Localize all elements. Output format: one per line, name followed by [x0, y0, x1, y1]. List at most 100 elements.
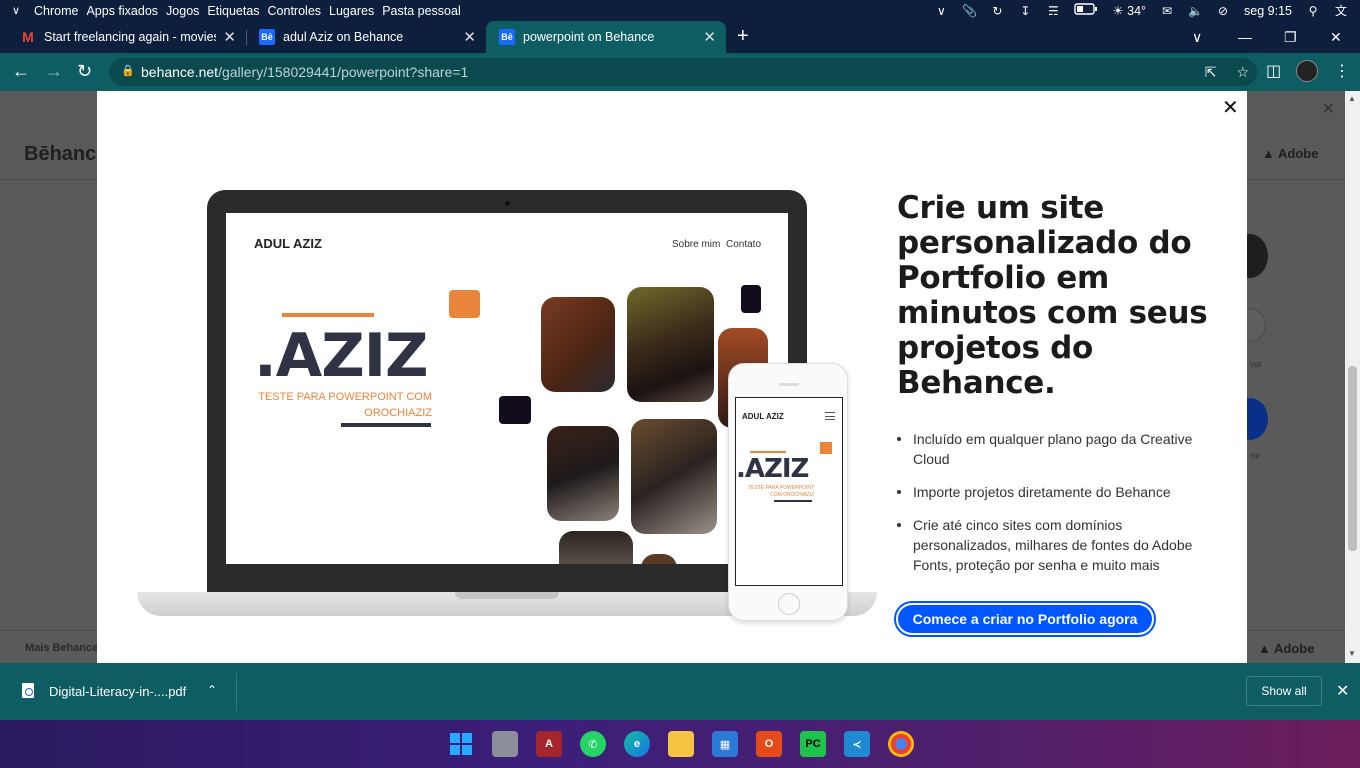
side-panel-icon[interactable]: ◫ [1266, 61, 1281, 81]
mockup-title: .AZIZ [254, 321, 429, 391]
show-all-button[interactable]: Show all [1246, 676, 1322, 706]
paperclip-icon[interactable]: 📎 [962, 4, 977, 18]
chrome-menu-icon[interactable]: ⋮ [1334, 61, 1350, 81]
adobe-label: Adobe [1278, 146, 1319, 161]
close-downloads-icon[interactable]: ✕ [1336, 681, 1349, 701]
more-behance-link[interactable]: Mais Behance [25, 642, 98, 654]
feature-list: Incluído em qualquer plano pago da Creat… [897, 429, 1207, 588]
modal-close-button[interactable]: ✕ [1222, 95, 1239, 120]
adobe-label: Adobe [1274, 641, 1315, 656]
laptop-screen: ADUL AZIZ Sobre mim Contato .AZIZ TESTE … [226, 213, 788, 564]
mockup-orange-square [449, 290, 480, 318]
mockup-subtitle: TESTE PARA POWERPOINT COM OROCHIAZIZ [258, 391, 432, 419]
start-portfolio-button[interactable]: Comece a criar no Portfolio agora [894, 601, 1156, 637]
tab-powerpoint[interactable]: Bē powerpoint on Behance ✕ [486, 21, 726, 53]
clock[interactable]: seg 9:15 [1244, 4, 1292, 18]
restore-button[interactable]: ❐ [1284, 21, 1297, 53]
dismiss-icon[interactable]: ✕ [1322, 99, 1335, 119]
menu-item-lugares[interactable]: Lugares [329, 4, 374, 18]
menu-item-etiquetas[interactable]: Etiquetas [207, 4, 259, 18]
lock-icon[interactable]: 🔒 [121, 64, 135, 77]
menu-item-controles[interactable]: Controles [268, 4, 322, 18]
scroll-thumb[interactable] [1348, 366, 1357, 551]
profile-avatar[interactable] [1296, 60, 1318, 82]
menu-item-pasta-pessoal[interactable]: Pasta pessoal [382, 4, 461, 18]
system-tray: ∨ 📎 ↻ ↧ ☴ ☀ 34° ✉ 🔈 ⊘ seg 9:15 ⚲ 文 [934, 0, 1360, 21]
show-all-label: Show all [1261, 684, 1307, 698]
mockup-dark-square [741, 285, 761, 313]
close-icon[interactable]: ✕ [703, 28, 716, 46]
task-view-icon[interactable] [492, 731, 518, 757]
system-top-bar: ∨ Chrome Apps fixados Jogos Etiquetas Co… [0, 0, 1360, 21]
laptop-camera [505, 201, 510, 206]
chevron-up-icon[interactable]: ⌃ [207, 683, 217, 697]
search-icon[interactable]: ⚲ [1306, 4, 1320, 18]
divider [236, 673, 237, 711]
tab-adul-aziz[interactable]: Bē adul Aziz on Behance ✕ [246, 21, 486, 53]
access-app-icon[interactable]: A [536, 731, 562, 757]
share-icon[interactable]: ⇱ [1205, 64, 1217, 81]
activities-chevron-icon[interactable]: ∨ [12, 4, 30, 17]
feature-item: Importe projetos diretamente do Behance [897, 482, 1207, 502]
mockup-dark-square [499, 396, 531, 424]
minimize-button[interactable]: — [1238, 21, 1252, 53]
page-scrollbar[interactable]: ▲ ▼ [1345, 91, 1360, 663]
menu-item-chrome[interactable]: Chrome [34, 4, 78, 18]
download-icon[interactable]: ↧ [1018, 4, 1032, 18]
mockup-photo [627, 287, 714, 402]
mockup-photo [641, 554, 677, 564]
mockup-photo [541, 297, 615, 392]
mail-icon[interactable]: ✉ [1160, 4, 1174, 18]
mockup-photo [547, 426, 619, 521]
tab-strip: M Start freelancing again - movies4 ✕ Bē… [0, 21, 1360, 53]
mockup-brand: ADUL AZIZ [254, 236, 322, 251]
file-explorer-icon[interactable] [668, 731, 694, 757]
forward-button[interactable]: → [45, 61, 63, 82]
close-icon[interactable]: ✕ [223, 28, 236, 46]
history-icon[interactable]: ↻ [990, 4, 1004, 18]
close-icon[interactable]: ✕ [463, 28, 476, 46]
store-icon[interactable]: ▦ [712, 731, 738, 757]
tab-gmail[interactable]: M Start freelancing again - movies4 ✕ [0, 21, 246, 53]
bookmark-star-icon[interactable]: ☆ [1236, 64, 1249, 81]
windows-start-icon[interactable] [448, 731, 474, 757]
feature-item: Crie até cinco sites com domínios person… [897, 515, 1207, 575]
scroll-up-icon[interactable]: ▲ [1348, 94, 1356, 103]
menu-item-jogos[interactable]: Jogos [166, 4, 199, 18]
chrome-icon[interactable] [888, 731, 914, 757]
behance-logo[interactable]: Bēhance [24, 143, 107, 166]
battery-icon[interactable] [1074, 3, 1098, 18]
mockup-photo [559, 531, 633, 564]
address-toolbar: ← → ↻ 🔒 behance.net/gallery/158029441/po… [0, 53, 1360, 91]
back-button[interactable]: ← [12, 61, 30, 82]
new-tab-button[interactable]: + [737, 25, 749, 48]
phone-accent-bar [750, 451, 786, 453]
download-filename[interactable]: Digital-Literacy-in-....pdf [49, 684, 186, 699]
tab-search-chevron-icon[interactable]: ∨ [1192, 21, 1202, 53]
chevron-down-icon[interactable]: ∨ [934, 4, 948, 18]
edge-icon[interactable]: e [624, 731, 650, 757]
address-bar[interactable]: 🔒 behance.net/gallery/158029441/powerpoi… [109, 58, 1257, 86]
office-icon[interactable]: O [756, 731, 782, 757]
whatsapp-icon[interactable]: ✆ [580, 731, 606, 757]
phone-subtitle: TESTE PARA POWERPOINT COM OROCHIAZIZ [747, 485, 814, 498]
translate-icon[interactable]: 文 [1334, 2, 1348, 19]
window-close-button[interactable]: ✕ [1330, 21, 1342, 53]
weather-icon: ☀ [1112, 4, 1124, 18]
adobe-footer-logo[interactable]: ▲ Adobe [1258, 641, 1314, 656]
wifi-icon[interactable]: ☴ [1046, 4, 1060, 18]
pdf-file-icon [22, 683, 34, 698]
menu-item-apps-fixados[interactable]: Apps fixados [86, 4, 158, 18]
taskbar: A ✆ e ▦ O PC ≺ [0, 720, 1360, 768]
scroll-down-icon[interactable]: ▼ [1348, 649, 1356, 658]
vscode-icon[interactable]: ≺ [844, 731, 870, 757]
weather-temperature[interactable]: ☀ 34° [1112, 3, 1146, 18]
mockup-accent-bar [282, 313, 374, 317]
volume-icon[interactable]: 🔈 [1188, 4, 1203, 18]
laptop-notch [455, 592, 559, 599]
adobe-logo[interactable]: ▲ Adobe [1262, 146, 1318, 161]
pycharm-icon[interactable]: PC [800, 731, 826, 757]
mic-muted-icon[interactable]: ⊘ [1216, 4, 1230, 18]
reload-button[interactable]: ↻ [77, 61, 92, 82]
phone-orange-square [820, 442, 832, 454]
